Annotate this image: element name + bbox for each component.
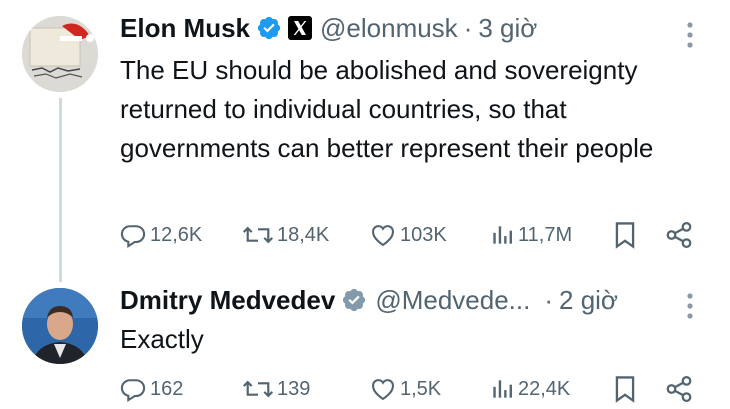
views-bar-chart-icon	[493, 226, 512, 244]
views-button[interactable]: 11,7M	[489, 221, 572, 249]
repost-button[interactable]: 18,4K	[242, 221, 329, 249]
view-count: 22,4K	[518, 378, 571, 400]
tweet-text: The EU should be abolished and sovereign…	[120, 55, 654, 163]
reply-button[interactable]: 162	[119, 375, 183, 403]
avatar[interactable]	[22, 288, 98, 364]
more-options-icon[interactable]	[682, 20, 698, 55]
heart-icon	[372, 379, 394, 401]
reply-icon	[120, 379, 146, 402]
tweet-header: Elon Musk @elonmusk · 3 giờ	[120, 13, 537, 43]
author-name[interactable]: Elon Musk	[120, 13, 250, 43]
heart-icon	[372, 225, 394, 247]
author-name[interactable]: Dmitry Medvedev	[120, 285, 335, 315]
repost-icon	[242, 380, 274, 398]
header-separator: ·	[544, 285, 554, 315]
reply-button[interactable]: 12,6K	[119, 221, 202, 249]
header-separator: ·	[463, 13, 473, 43]
thread-connector-line	[59, 98, 62, 282]
like-button[interactable]: 103K	[369, 221, 447, 249]
reply-count: 12,6K	[150, 224, 203, 246]
view-count: 11,7M	[518, 224, 573, 246]
repost-icon	[242, 226, 274, 244]
like-button[interactable]: 1,5K	[369, 375, 441, 403]
bookmark-icon[interactable]	[611, 220, 639, 255]
tweet-timestamp[interactable]: 2 giờ	[559, 285, 618, 315]
verified-badge-icon[interactable]	[341, 287, 367, 313]
author-handle[interactable]: @Medvede...	[375, 285, 530, 315]
verified-badge-icon[interactable]	[256, 15, 282, 41]
tweet-text: Exactly	[120, 324, 204, 354]
like-count: 1,5K	[400, 378, 442, 400]
x-logo-icon[interactable]	[288, 16, 313, 40]
tweet-header: Dmitry Medvedev @Medvede... · 2 giờ	[120, 285, 618, 315]
share-icon[interactable]	[664, 374, 694, 409]
tweet-timestamp[interactable]: 3 giờ	[478, 13, 537, 43]
avatar-image	[22, 16, 98, 92]
bookmark-icon[interactable]	[611, 374, 639, 409]
repost-count: 139	[277, 378, 311, 400]
author-handle[interactable]: @elonmusk	[320, 13, 458, 43]
avatar[interactable]	[22, 16, 98, 92]
reply-count: 162	[150, 378, 184, 400]
repost-count: 18,4K	[277, 224, 330, 246]
repost-button[interactable]: 139	[242, 375, 310, 403]
like-count: 103K	[400, 224, 447, 246]
avatar-image	[22, 288, 98, 364]
reply-icon	[120, 225, 146, 248]
views-button[interactable]: 22,4K	[489, 375, 570, 403]
share-icon[interactable]	[664, 220, 694, 255]
views-bar-chart-icon	[493, 380, 512, 398]
